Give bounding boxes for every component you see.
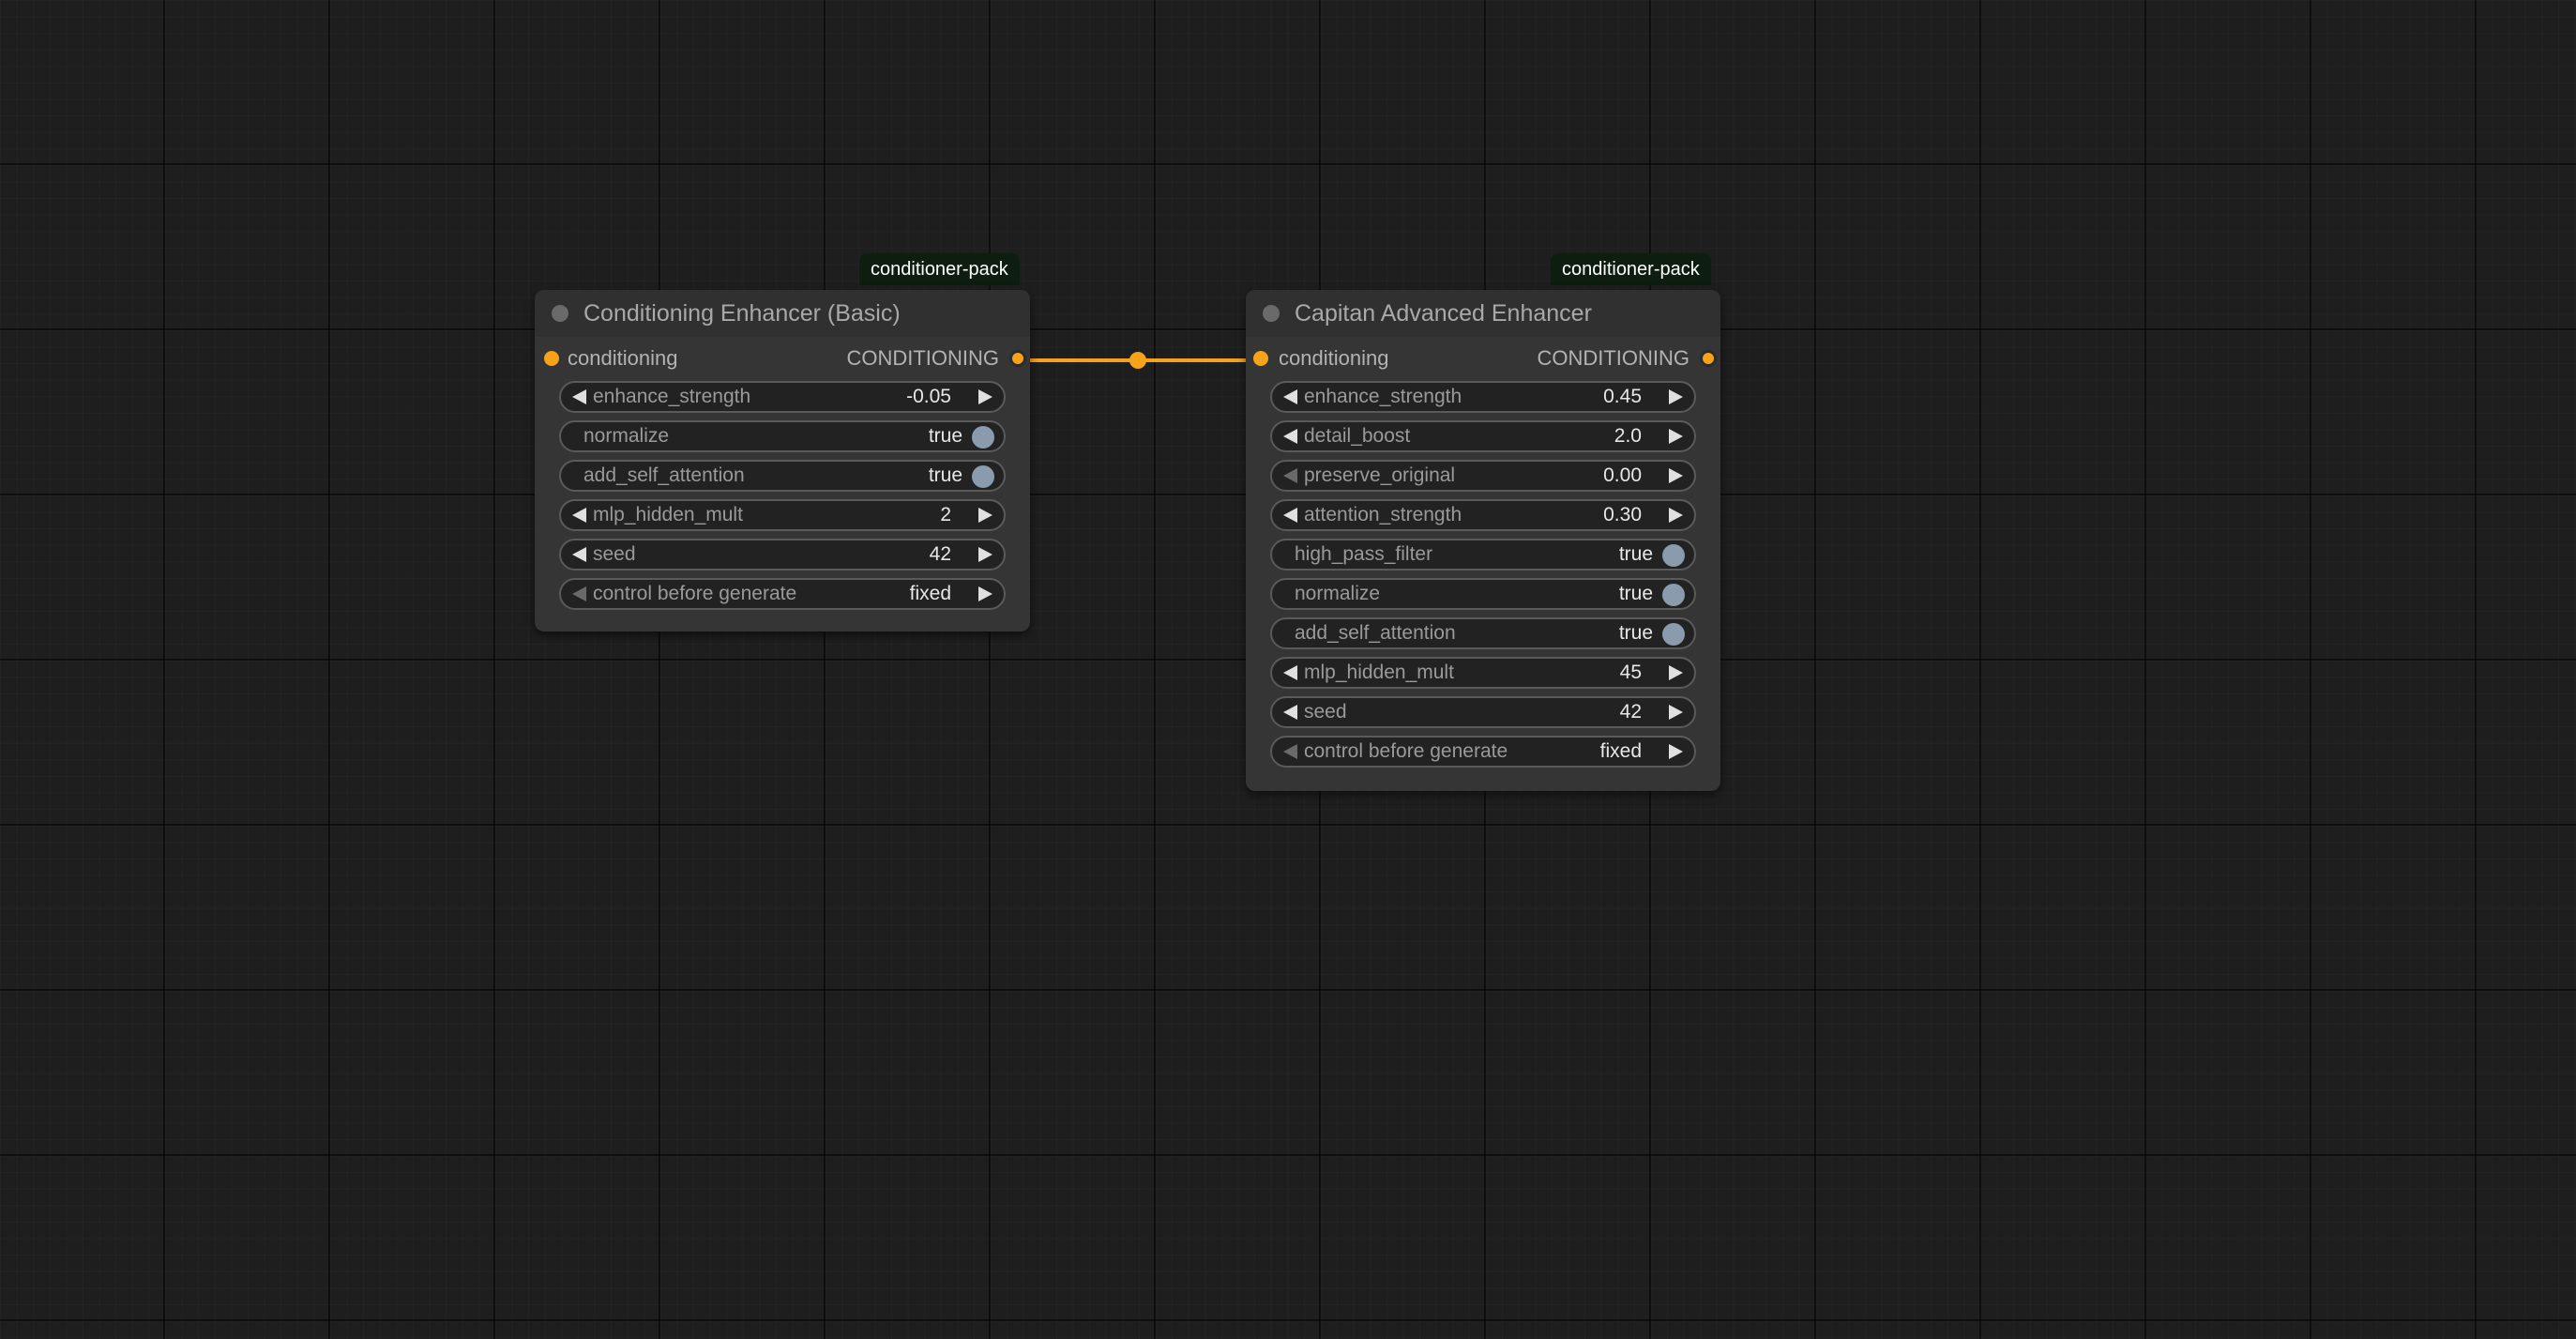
widget-value: 0.45 xyxy=(1603,386,1642,407)
widget-label: normalize xyxy=(583,425,670,447)
input-slot-label: conditioning xyxy=(568,346,678,370)
graph-canvas[interactable]: conditioner-pack Conditioning Enhancer (… xyxy=(0,0,2576,1339)
input-slot-label: conditioning xyxy=(1279,346,1389,370)
node-title: Capitan Advanced Enhancer xyxy=(1295,300,1592,327)
widget-label: add_self_attention xyxy=(583,464,745,486)
decrement-arrow-icon[interactable] xyxy=(1283,429,1297,444)
decrement-arrow-icon[interactable] xyxy=(572,547,586,562)
collapse-toggle-icon[interactable] xyxy=(1263,305,1280,322)
increment-arrow-icon[interactable] xyxy=(1669,389,1683,404)
decrement-arrow-icon[interactable] xyxy=(1283,389,1297,404)
toggle-on-icon[interactable] xyxy=(1662,584,1685,606)
node-title-bar[interactable]: Capitan Advanced Enhancer xyxy=(1246,290,1720,337)
increment-arrow-icon[interactable] xyxy=(1669,429,1683,444)
widget-high-pass-filter[interactable]: high_pass_filter true xyxy=(1270,539,1696,571)
widget-value: 45 xyxy=(1619,662,1642,683)
widget-seed[interactable]: seed 42 xyxy=(1270,696,1696,728)
widget-value: true xyxy=(1618,583,1653,604)
widget-value: true xyxy=(1618,543,1653,565)
decrement-arrow-icon[interactable] xyxy=(1283,744,1297,759)
widget-value: 42 xyxy=(1619,701,1642,723)
widget-label: control before generate xyxy=(1304,740,1508,762)
decrement-arrow-icon[interactable] xyxy=(572,389,586,404)
output-slot-label: CONDITIONING xyxy=(1537,346,1690,370)
widget-add-self-attention[interactable]: add_self_attention true xyxy=(559,460,1006,492)
widget-value: fixed xyxy=(1599,740,1642,762)
widget-value: true xyxy=(928,425,962,447)
node-capitan-advanced-enhancer[interactable]: Capitan Advanced Enhancer conditioning C… xyxy=(1246,290,1720,791)
output-slot-icon[interactable] xyxy=(1009,350,1026,367)
increment-arrow-icon[interactable] xyxy=(978,389,993,404)
input-slot-icon[interactable] xyxy=(544,351,559,366)
widget-label: seed xyxy=(1304,701,1347,723)
widget-value: 42 xyxy=(929,543,951,565)
decrement-arrow-icon[interactable] xyxy=(572,508,586,523)
increment-arrow-icon[interactable] xyxy=(1669,508,1683,523)
widget-label: normalize xyxy=(1295,583,1381,604)
node-conditioning-enhancer-basic[interactable]: Conditioning Enhancer (Basic) conditioni… xyxy=(535,290,1030,631)
increment-arrow-icon[interactable] xyxy=(978,508,993,523)
increment-arrow-icon[interactable] xyxy=(1669,705,1683,720)
widget-value: true xyxy=(1618,622,1653,644)
output-slot-icon[interactable] xyxy=(1700,350,1717,367)
widget-seed[interactable]: seed 42 xyxy=(559,539,1006,571)
widget-label: mlp_hidden_mult xyxy=(593,504,743,525)
widget-value: 0.00 xyxy=(1603,464,1642,486)
node-title: Conditioning Enhancer (Basic) xyxy=(583,300,901,327)
widget-value: true xyxy=(928,464,962,486)
widget-control-before-generate[interactable]: control before generate fixed xyxy=(559,578,1006,610)
toggle-on-icon[interactable] xyxy=(1662,623,1685,646)
slot-row: conditioning CONDITIONING xyxy=(1246,342,1720,374)
widget-label: control before generate xyxy=(593,583,797,604)
decrement-arrow-icon[interactable] xyxy=(572,586,586,601)
widget-label: preserve_original xyxy=(1304,464,1456,486)
widget-label: mlp_hidden_mult xyxy=(1304,662,1454,683)
widget-enhance-strength[interactable]: enhance_strength -0.05 xyxy=(559,381,1006,413)
widget-attention-strength[interactable]: attention_strength 0.30 xyxy=(1270,499,1696,531)
decrement-arrow-icon[interactable] xyxy=(1283,665,1297,680)
output-slot-label: CONDITIONING xyxy=(846,346,999,370)
widget-preserve-original[interactable]: preserve_original 0.00 xyxy=(1270,460,1696,492)
increment-arrow-icon[interactable] xyxy=(978,547,993,562)
input-slot-icon[interactable] xyxy=(1253,351,1268,366)
collapse-toggle-icon[interactable] xyxy=(552,305,568,322)
increment-arrow-icon[interactable] xyxy=(978,586,993,601)
widget-normalize[interactable]: normalize true xyxy=(1270,578,1696,610)
node-source-badge: conditioner-pack xyxy=(859,253,1020,285)
widget-label: attention_strength xyxy=(1304,504,1462,525)
toggle-on-icon[interactable] xyxy=(972,426,994,449)
toggle-on-icon[interactable] xyxy=(972,465,994,488)
node-source-badge: conditioner-pack xyxy=(1551,253,1711,285)
decrement-arrow-icon[interactable] xyxy=(1283,705,1297,720)
widget-value: fixed xyxy=(909,583,951,604)
decrement-arrow-icon[interactable] xyxy=(1283,508,1297,523)
widget-mlp-hidden-mult[interactable]: mlp_hidden_mult 2 xyxy=(559,499,1006,531)
link-midpoint-handle[interactable] xyxy=(1129,352,1146,369)
widget-label: enhance_strength xyxy=(593,386,751,407)
widget-label: detail_boost xyxy=(1304,425,1411,447)
widget-label: add_self_attention xyxy=(1295,622,1456,644)
slot-row: conditioning CONDITIONING xyxy=(535,342,1030,374)
increment-arrow-icon[interactable] xyxy=(1669,468,1683,483)
node-title-bar[interactable]: Conditioning Enhancer (Basic) xyxy=(535,290,1030,337)
widget-detail-boost[interactable]: detail_boost 2.0 xyxy=(1270,420,1696,452)
widget-label: seed xyxy=(593,543,636,565)
widget-value: -0.05 xyxy=(906,386,951,407)
widget-normalize[interactable]: normalize true xyxy=(559,420,1006,452)
widget-value: 0.30 xyxy=(1603,504,1642,525)
decrement-arrow-icon[interactable] xyxy=(1283,468,1297,483)
widget-mlp-hidden-mult[interactable]: mlp_hidden_mult 45 xyxy=(1270,657,1696,689)
widget-enhance-strength[interactable]: enhance_strength 0.45 xyxy=(1270,381,1696,413)
increment-arrow-icon[interactable] xyxy=(1669,744,1683,759)
widget-control-before-generate[interactable]: control before generate fixed xyxy=(1270,736,1696,768)
widget-label: enhance_strength xyxy=(1304,386,1462,407)
widget-value: 2.0 xyxy=(1614,425,1642,447)
increment-arrow-icon[interactable] xyxy=(1669,665,1683,680)
widget-value: 2 xyxy=(940,504,951,525)
toggle-on-icon[interactable] xyxy=(1662,544,1685,567)
widget-label: high_pass_filter xyxy=(1295,543,1433,565)
widget-add-self-attention[interactable]: add_self_attention true xyxy=(1270,617,1696,649)
